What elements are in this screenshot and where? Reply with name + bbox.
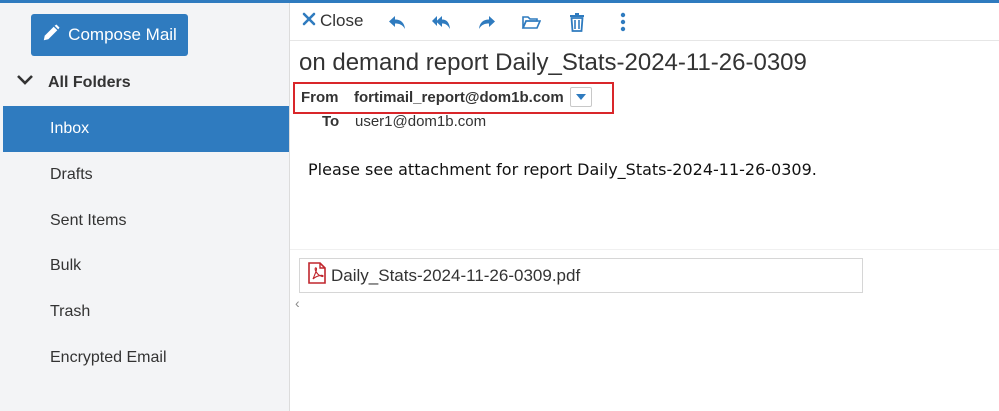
close-button[interactable]: Close <box>302 11 363 31</box>
folder-item-inbox[interactable]: Inbox <box>3 106 289 152</box>
compose-mail-button[interactable]: Compose Mail <box>31 14 188 56</box>
all-folders-label: All Folders <box>48 73 131 91</box>
folder-item-trash[interactable]: Trash <box>3 289 289 335</box>
sender-options-dropdown[interactable] <box>570 87 592 107</box>
attachment-name: Daily_Stats-2024-11-26-0309.pdf <box>331 265 581 285</box>
more-options-icon[interactable] <box>612 11 634 33</box>
scroll-left-arrow-icon[interactable]: ‹ <box>295 295 300 311</box>
folder-item-encrypted-email[interactable]: Encrypted Email <box>3 335 289 381</box>
message-toolbar: Close <box>290 3 999 41</box>
to-address: user1@dom1b.com <box>355 113 487 130</box>
forward-icon[interactable] <box>476 11 498 33</box>
pencil-icon <box>42 23 60 47</box>
close-label: Close <box>320 11 364 30</box>
close-icon <box>302 11 316 31</box>
all-folders-toggle[interactable]: All Folders <box>16 73 131 92</box>
folder-item-bulk[interactable]: Bulk <box>3 243 289 289</box>
reply-all-icon[interactable] <box>430 11 452 33</box>
compose-mail-label: Compose Mail <box>68 25 177 44</box>
move-folder-icon[interactable] <box>520 11 542 33</box>
to-label: To <box>322 113 340 130</box>
divider <box>290 249 999 250</box>
caret-down-icon <box>576 88 586 106</box>
delete-icon[interactable] <box>566 11 588 33</box>
reply-icon[interactable] <box>386 11 408 33</box>
sidebar: Compose Mail All Folders Inbox Drafts Se… <box>0 3 290 411</box>
message-view: Close on demand report Daily_Stats-2024-… <box>290 3 999 411</box>
message-body: Please see attachment for report Daily_S… <box>308 160 817 179</box>
attachment-item[interactable]: Daily_Stats-2024-11-26-0309.pdf <box>299 258 863 293</box>
from-address[interactable]: fortimail_report@dom1b.com <box>354 89 564 106</box>
chevron-down-icon <box>16 73 34 92</box>
from-label: From <box>301 89 339 106</box>
folder-item-sent-items[interactable]: Sent Items <box>3 198 289 244</box>
folder-list: Inbox Drafts Sent Items Bulk Trash Encry… <box>3 106 289 381</box>
pdf-file-icon <box>307 262 327 289</box>
folder-item-drafts[interactable]: Drafts <box>3 152 289 198</box>
message-subject: on demand report Daily_Stats-2024-11-26-… <box>299 49 807 76</box>
